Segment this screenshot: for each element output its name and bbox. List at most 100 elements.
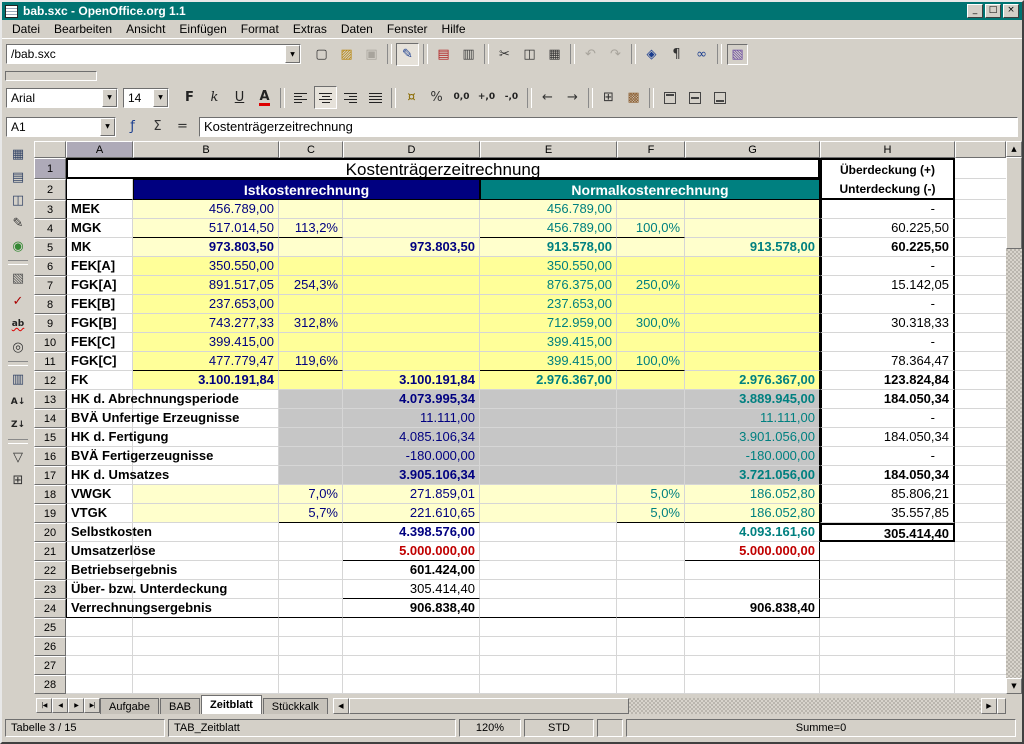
cell-B26[interactable]	[133, 637, 279, 656]
draw-functions-icon[interactable]: ✎	[7, 212, 30, 235]
bold-button[interactable]: F	[178, 86, 201, 109]
autospellcheck-icon[interactable]: ab	[7, 313, 30, 336]
column-header-B[interactable]: B	[133, 141, 279, 158]
function-wizard-icon[interactable]: ƒ	[121, 115, 144, 138]
cell-F19[interactable]: 5,0%	[617, 504, 685, 523]
cell-H18[interactable]: 85.806,21	[820, 485, 955, 504]
function-icon[interactable]: =	[171, 115, 194, 138]
cell-F23[interactable]	[617, 580, 685, 599]
cell-E23[interactable]	[480, 580, 617, 599]
cell-C8[interactable]	[279, 295, 343, 314]
cell-E7[interactable]: 876.375,00	[480, 276, 617, 295]
cell-F5[interactable]	[617, 238, 685, 257]
formula-input[interactable]: Kostenträgerzeitrechnung	[199, 117, 1018, 137]
cell-E19[interactable]	[480, 504, 617, 523]
cell-H25[interactable]	[820, 618, 955, 637]
insert-object-icon[interactable]: ◫	[7, 189, 30, 212]
scroll-right-icon[interactable]: ▶	[981, 698, 997, 714]
align-vcenter-button[interactable]	[683, 86, 706, 109]
cell-D17[interactable]: 3.905.106,34	[343, 466, 480, 485]
add-decimal-button[interactable]: +,0	[475, 86, 498, 109]
italic-button[interactable]: k	[203, 86, 226, 109]
cell-H16[interactable]: -	[820, 447, 955, 466]
align-center-button[interactable]	[314, 86, 337, 109]
stylist-icon[interactable]: ¶	[665, 43, 688, 66]
cell-C15[interactable]	[279, 428, 343, 447]
cell-A9[interactable]: FGK[B]	[66, 314, 133, 333]
cell-H20[interactable]: 305.414,40	[820, 523, 955, 542]
cell-A22[interactable]: Betriebsergebnis	[66, 561, 133, 580]
cell-D20[interactable]: 4.398.576,00	[343, 523, 480, 542]
row-header-22[interactable]: 22	[34, 561, 66, 580]
cell-D23[interactable]: 305.414,40	[343, 580, 480, 599]
row-header-9[interactable]: 9	[34, 314, 66, 333]
copy-icon[interactable]: ◫	[518, 43, 541, 66]
cell-F11[interactable]: 100,0%	[617, 352, 685, 371]
cell-D8[interactable]	[343, 295, 480, 314]
row-header-5[interactable]: 5	[34, 238, 66, 257]
cell-H19[interactable]: 35.557,85	[820, 504, 955, 523]
sheet-tab-zeitblatt[interactable]: Zeitblatt	[201, 695, 262, 714]
cell-G7[interactable]	[685, 276, 820, 295]
cut-icon[interactable]: ✂	[493, 43, 516, 66]
insert-icon[interactable]: ▦	[7, 143, 30, 166]
row-header-15[interactable]: 15	[34, 428, 66, 447]
cell-C21[interactable]	[279, 542, 343, 561]
cell-F6[interactable]	[617, 257, 685, 276]
new-document-icon[interactable]: ▢	[310, 43, 333, 66]
cell-H22[interactable]	[820, 561, 955, 580]
cell-E16[interactable]	[480, 447, 617, 466]
cell-A10[interactable]: FEK[C]	[66, 333, 133, 352]
cell-F25[interactable]	[617, 618, 685, 637]
cell-H10[interactable]: -	[820, 333, 955, 352]
datapilot-icon[interactable]: ▥	[7, 368, 30, 391]
row-header-11[interactable]: 11	[34, 352, 66, 371]
cell-E28[interactable]	[480, 675, 617, 694]
cell-A28[interactable]	[66, 675, 133, 694]
row-header-17[interactable]: 17	[34, 466, 66, 485]
row-header-12[interactable]: 12	[34, 371, 66, 390]
url-combobox[interactable]: /bab.sxc ▼	[6, 44, 301, 64]
menu-fenster[interactable]: Fenster	[380, 21, 435, 37]
font-name-combobox[interactable]: Arial ▼	[6, 88, 118, 108]
cell-C18[interactable]: 7,0%	[279, 485, 343, 504]
cell-H9[interactable]: 30.318,33	[820, 314, 955, 333]
cell-F8[interactable]	[617, 295, 685, 314]
cell-H6[interactable]: -	[820, 257, 955, 276]
cell-B11[interactable]: 477.779,47	[133, 352, 279, 371]
paste-icon[interactable]: ▦	[543, 43, 566, 66]
cell-D5[interactable]: 973.803,50	[343, 238, 480, 257]
cell-F3[interactable]	[617, 200, 685, 219]
row-header-1[interactable]: 1	[34, 158, 66, 179]
cell-B7[interactable]: 891.517,05	[133, 276, 279, 295]
cell-B10[interactable]: 399.415,00	[133, 333, 279, 352]
sort-ascending-icon[interactable]: A↓	[7, 391, 30, 414]
number-format-standard-button[interactable]: 0,0	[450, 86, 473, 109]
export-pdf-icon[interactable]: ▤	[432, 43, 455, 66]
cell-C28[interactable]	[279, 675, 343, 694]
menu-datei[interactable]: Datei	[5, 21, 47, 37]
cell-E9[interactable]: 712.959,00	[480, 314, 617, 333]
cell-F14[interactable]	[617, 409, 685, 428]
cell-A16[interactable]: BVÄ Fertigerzeugnisse	[66, 447, 133, 466]
cell-F10[interactable]	[617, 333, 685, 352]
row-header-28[interactable]: 28	[34, 675, 66, 694]
maximize-button[interactable]: □	[985, 4, 1001, 18]
cell-A6[interactable]: FEK[A]	[66, 257, 133, 276]
cell-D14[interactable]: 11.111,00	[343, 409, 480, 428]
cell-F4[interactable]: 100,0%	[617, 219, 685, 238]
cell-A14[interactable]: BVÄ Unfertige Erzeugnisse	[66, 409, 133, 428]
cell-H8[interactable]: -	[820, 295, 955, 314]
horizontal-scrollbar-track[interactable]	[629, 698, 981, 714]
cell-E22[interactable]	[480, 561, 617, 580]
delete-decimal-button[interactable]: -,0	[500, 86, 523, 109]
cell-F20[interactable]	[617, 523, 685, 542]
cell-G11[interactable]	[685, 352, 820, 371]
cell-C5[interactable]	[279, 238, 343, 257]
cell-D12[interactable]: 3.100.191,84	[343, 371, 480, 390]
find-replace-icon[interactable]: ◎	[7, 336, 30, 359]
zoom-indicator[interactable]: 120%	[459, 719, 521, 737]
cell-E13[interactable]	[480, 390, 617, 409]
menu-hilfe[interactable]: Hilfe	[435, 21, 473, 37]
cell-B18[interactable]	[133, 485, 279, 504]
